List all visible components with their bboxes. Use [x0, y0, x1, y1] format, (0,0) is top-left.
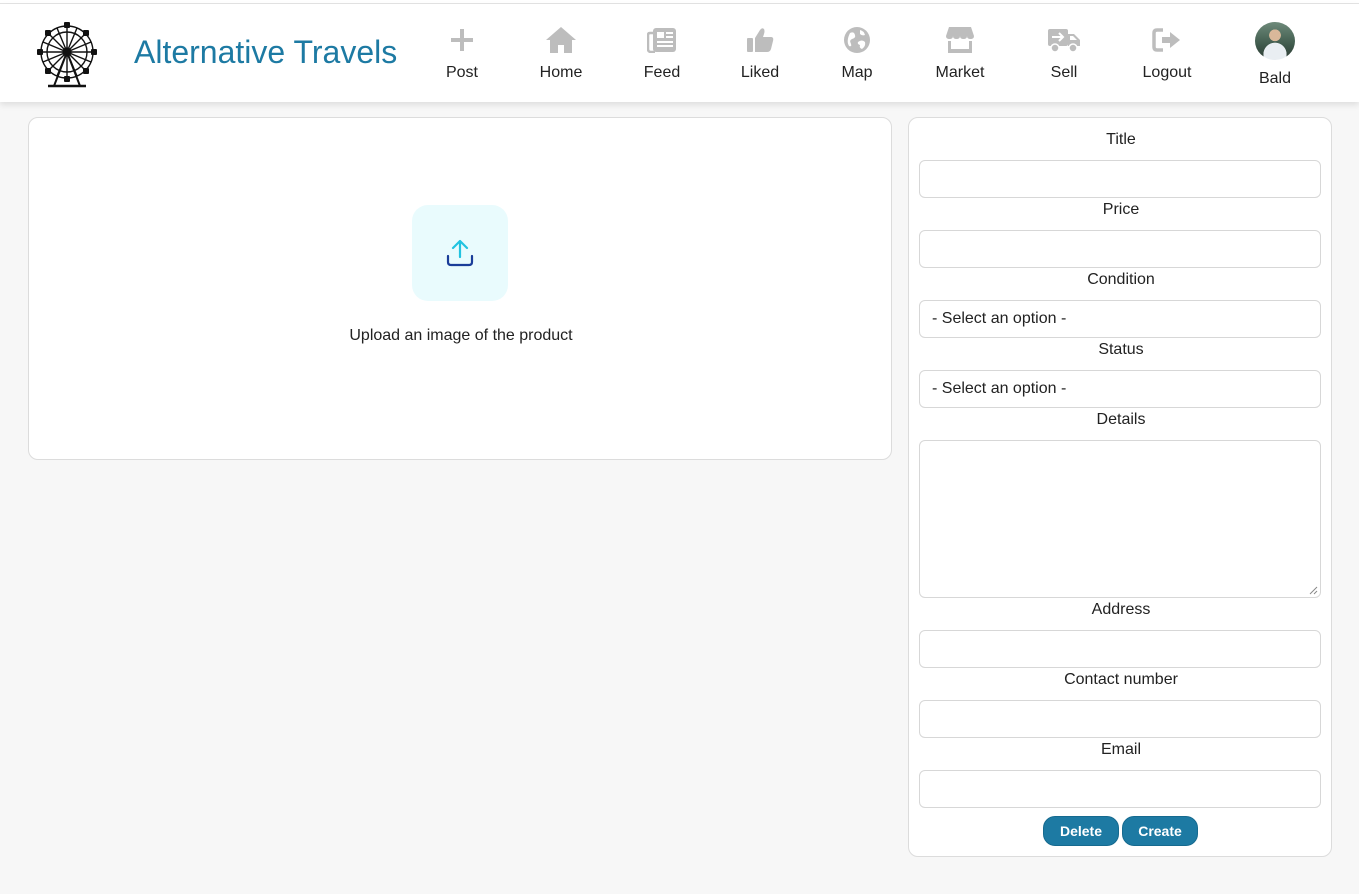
nav-label: Logout	[1142, 64, 1192, 81]
price-input[interactable]	[919, 230, 1321, 268]
nav-post[interactable]: Post	[441, 24, 483, 88]
status-select[interactable]: - Select an option -	[919, 370, 1321, 408]
status-label: Status	[1098, 341, 1144, 358]
nav-label: Home	[539, 64, 583, 81]
nav-sell[interactable]: Sell	[1045, 24, 1083, 88]
title-input[interactable]	[919, 160, 1321, 198]
nav-liked[interactable]: Liked	[739, 24, 781, 88]
upload-image-button[interactable]	[412, 205, 508, 301]
upload-instructions: Upload an image of the product	[349, 327, 573, 344]
nav-label: Post	[445, 64, 478, 81]
nav-label: Map	[841, 64, 873, 81]
nav-feed[interactable]: Feed	[640, 24, 684, 88]
thumbs-up-icon	[743, 24, 777, 56]
ferris-wheel-icon[interactable]	[34, 20, 100, 90]
email-label: Email	[1100, 741, 1141, 758]
nav-market[interactable]: Market	[932, 24, 988, 88]
truck-icon	[1047, 24, 1081, 56]
top-nav-bar: Alternative Travels Post Home Feed Liked…	[0, 4, 1359, 102]
details-label: Details	[1096, 411, 1146, 428]
home-icon	[544, 24, 578, 56]
nav-label: Bald	[1258, 70, 1292, 87]
price-label: Price	[1102, 201, 1140, 218]
delete-button[interactable]: Delete	[1043, 816, 1119, 846]
nav-home[interactable]: Home	[537, 24, 585, 88]
plus-icon	[445, 24, 479, 56]
address-input[interactable]	[919, 630, 1321, 668]
nav-label: Liked	[740, 64, 780, 81]
nav-label: Feed	[643, 64, 681, 81]
contact-number-label: Contact number	[1064, 671, 1178, 688]
address-label: Address	[1091, 601, 1151, 618]
resize-handle-icon[interactable]	[1309, 586, 1318, 595]
title-label: Title	[1106, 131, 1136, 148]
nav-logout[interactable]: Logout	[1140, 24, 1194, 88]
condition-select[interactable]: - Select an option -	[919, 300, 1321, 338]
product-form: Title Price Condition - Select an option…	[908, 117, 1332, 857]
contact-number-input[interactable]	[919, 700, 1321, 738]
email-input[interactable]	[919, 770, 1321, 808]
nav-profile[interactable]: Bald	[1255, 22, 1295, 88]
app-title[interactable]: Alternative Travels	[134, 34, 397, 71]
nav-label: Sell	[1050, 64, 1078, 81]
condition-label: Condition	[1087, 271, 1155, 288]
logout-icon	[1150, 24, 1184, 56]
details-textarea[interactable]	[919, 440, 1321, 598]
globe-icon	[840, 24, 874, 56]
upload-icon	[446, 239, 474, 267]
avatar[interactable]	[1255, 22, 1295, 60]
create-button[interactable]: Create	[1122, 816, 1198, 846]
newspaper-icon	[645, 24, 679, 56]
image-upload-card: Upload an image of the product	[28, 117, 892, 460]
nav-map[interactable]: Map	[837, 24, 877, 88]
nav-label: Market	[935, 64, 985, 81]
store-icon	[943, 24, 977, 56]
